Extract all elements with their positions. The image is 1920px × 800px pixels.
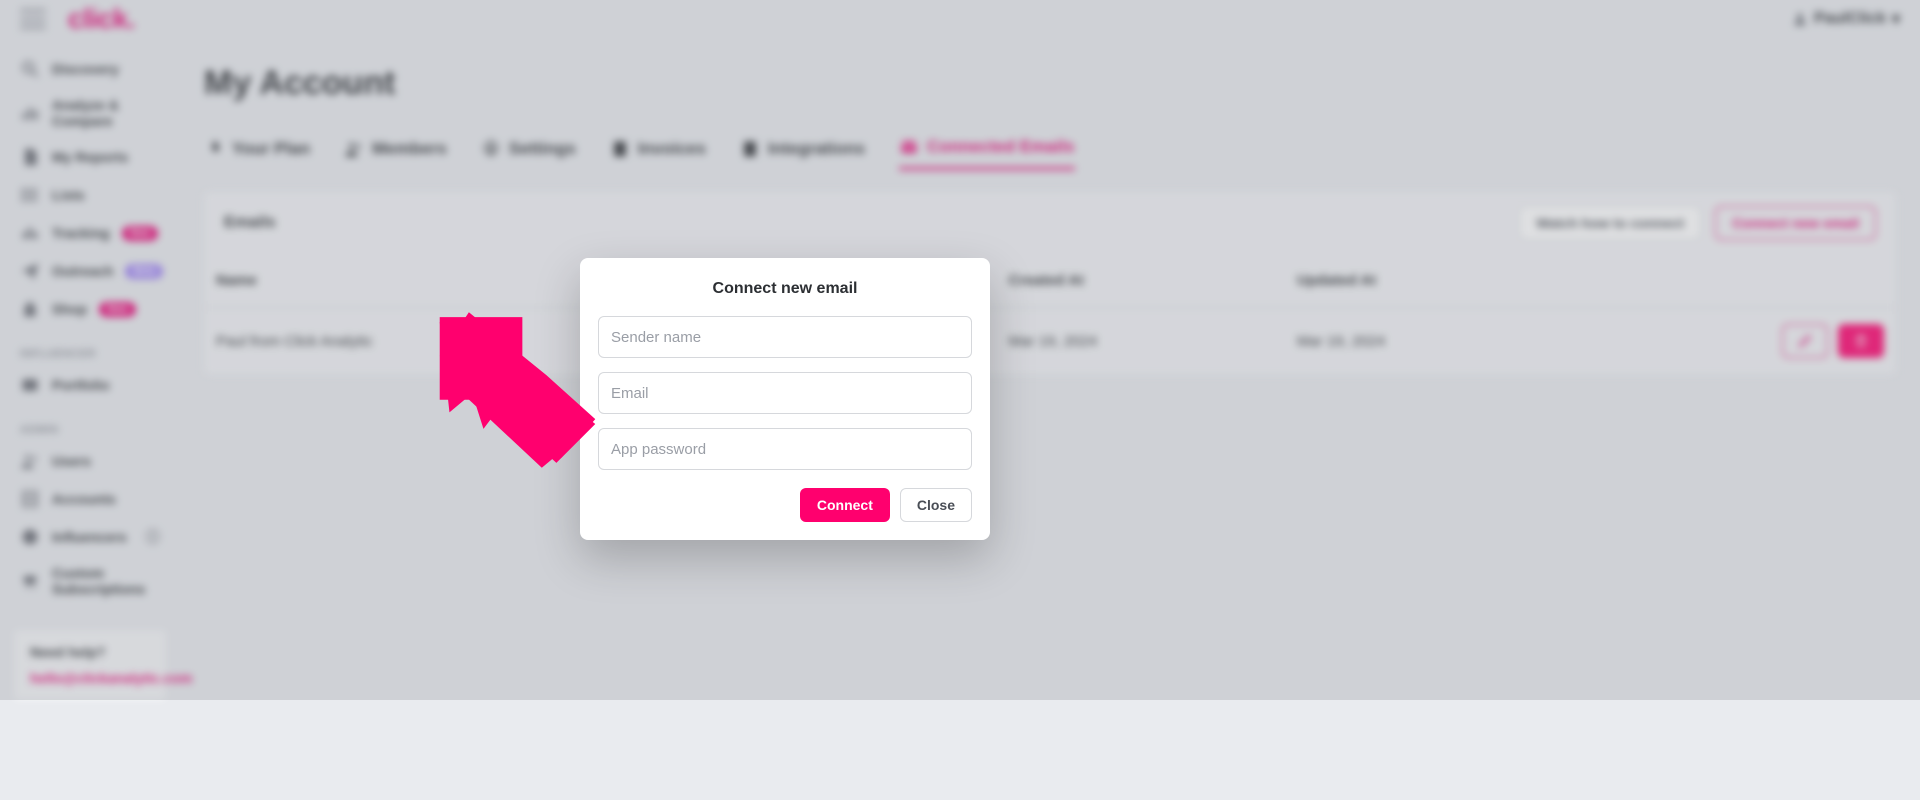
email-input[interactable] (598, 372, 972, 414)
connect-button[interactable]: Connect (800, 488, 890, 522)
sender-name-input[interactable] (598, 316, 972, 358)
app-password-input[interactable] (598, 428, 972, 470)
close-button[interactable]: Close (900, 488, 972, 522)
connect-email-modal: Connect new email Connect Close (580, 258, 990, 540)
modal-title: Connect new email (598, 280, 972, 298)
